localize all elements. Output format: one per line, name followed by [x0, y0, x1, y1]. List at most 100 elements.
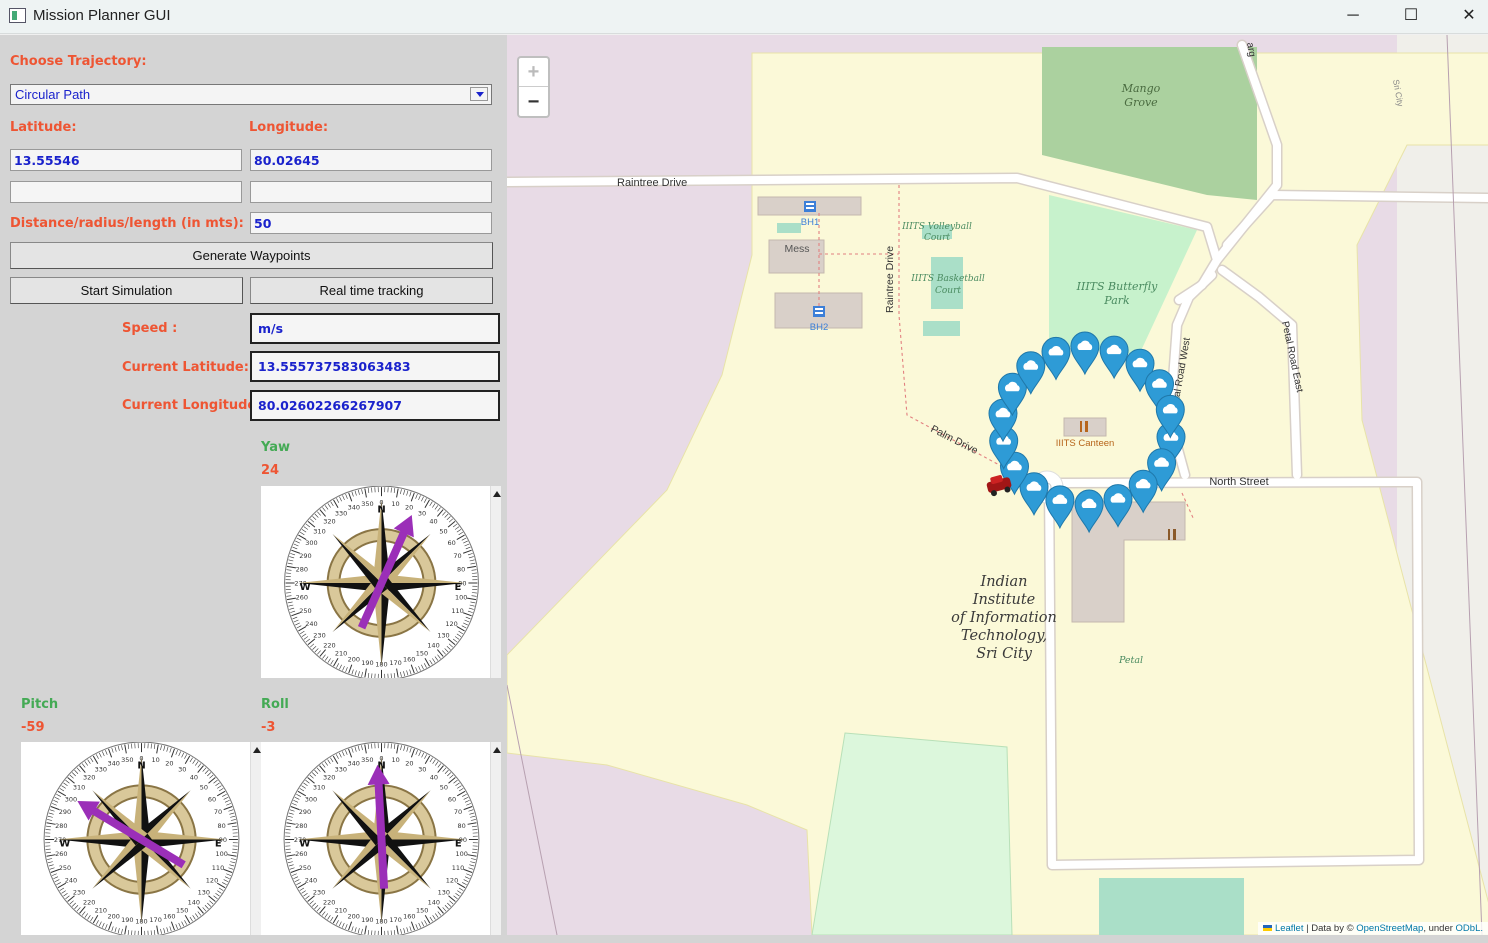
pitch-scrollbar[interactable]	[250, 742, 261, 935]
roll-compass-icon: 0102030405060708090100110120130140150160…	[261, 742, 501, 935]
svg-text:150: 150	[416, 907, 428, 915]
svg-text:50: 50	[200, 784, 208, 792]
map-view[interactable]: Raintree Drive Raintree Drive BH1 Mess B…	[507, 35, 1488, 935]
zoom-in-button[interactable]: +	[519, 58, 548, 87]
svg-text:160: 160	[403, 656, 415, 664]
svg-text:40: 40	[429, 518, 437, 526]
svg-text:310: 310	[313, 784, 325, 792]
minimize-button[interactable]: ─	[1324, 0, 1382, 34]
map-label: Institute	[972, 592, 1036, 608]
odbl-link[interactable]: ODbL.	[1456, 923, 1483, 934]
chevron-down-icon[interactable]	[470, 87, 488, 101]
map-attribution: Leaflet | Data by © OpenStreetMap, under…	[1257, 922, 1488, 935]
svg-text:30: 30	[178, 765, 186, 773]
svg-text:50: 50	[439, 527, 447, 535]
roll-value: -3	[261, 720, 276, 735]
svg-text:210: 210	[335, 907, 347, 915]
start-simulation-button[interactable]: Start Simulation	[10, 277, 243, 304]
svg-text:120: 120	[206, 877, 218, 885]
svg-text:N: N	[137, 761, 145, 772]
svg-text:240: 240	[305, 877, 317, 885]
svg-text:350: 350	[361, 756, 373, 764]
svg-text:230: 230	[313, 632, 325, 640]
openstreetmap-link[interactable]: OpenStreetMap	[1356, 923, 1423, 934]
maximize-button[interactable]: ☐	[1382, 0, 1440, 34]
generate-waypoints-button[interactable]: Generate Waypoints	[10, 242, 493, 269]
map-label: Mess	[784, 243, 809, 255]
svg-text:N: N	[377, 505, 385, 516]
map-label: of Information	[951, 610, 1057, 626]
svg-text:160: 160	[163, 913, 175, 921]
svg-text:130: 130	[437, 632, 449, 640]
real-time-tracking-button[interactable]: Real time tracking	[250, 277, 493, 304]
svg-text:60: 60	[208, 795, 216, 803]
distance-input[interactable]: 50	[250, 212, 492, 234]
hostel-icon	[813, 306, 825, 317]
map-label: Park	[1103, 294, 1130, 307]
control-panel: Choose Trajectory: Circular Path Latitud…	[0, 35, 507, 943]
svg-text:100: 100	[215, 850, 227, 858]
trajectory-select[interactable]: Circular Path	[10, 84, 492, 105]
svg-text:160: 160	[403, 913, 415, 921]
bottom-strip	[507, 935, 1488, 943]
svg-text:300: 300	[305, 795, 317, 803]
pitch-area	[1099, 878, 1244, 935]
svg-text:70: 70	[454, 808, 462, 816]
flag-icon	[1262, 925, 1272, 931]
map-label: IIITS Volleyball	[901, 222, 972, 232]
current-latitude-display: 13.555737583063483	[250, 351, 500, 382]
svg-text:340: 340	[348, 503, 360, 511]
roll-scrollbar[interactable]	[490, 742, 501, 935]
svg-text:40: 40	[190, 774, 198, 782]
trajectory-selected-value: Circular Path	[15, 87, 91, 102]
svg-text:80: 80	[457, 565, 465, 573]
svg-text:20: 20	[405, 503, 413, 511]
longitude-input[interactable]: 80.02645	[250, 149, 492, 171]
yaw-label: Yaw	[261, 440, 291, 455]
yaw-scrollbar[interactable]	[490, 486, 501, 678]
map-canvas[interactable]: Raintree Drive Raintree Drive BH1 Mess B…	[507, 35, 1488, 935]
yaw-compass-icon: 0102030405060708090100110120130140150160…	[261, 486, 501, 678]
latitude-input-2[interactable]	[10, 181, 242, 203]
svg-text:260: 260	[295, 850, 307, 858]
svg-text:330: 330	[95, 765, 107, 773]
latitude-input[interactable]: 13.55546	[10, 149, 242, 171]
map-label: Sri City	[976, 646, 1033, 662]
svg-text:310: 310	[313, 527, 325, 535]
svg-text:100: 100	[455, 850, 467, 858]
svg-text:20: 20	[405, 759, 413, 767]
zoom-out-button[interactable]: −	[519, 88, 548, 117]
svg-text:W: W	[299, 839, 310, 850]
latitude-label: Latitude:	[10, 120, 77, 135]
svg-text:330: 330	[335, 509, 347, 517]
svg-text:190: 190	[121, 916, 133, 924]
svg-text:110: 110	[451, 607, 463, 615]
leaflet-link[interactable]: Leaflet	[1275, 923, 1304, 934]
svg-text:110: 110	[212, 864, 224, 872]
svg-text:80: 80	[458, 822, 466, 830]
longitude-input-2[interactable]	[250, 181, 492, 203]
svg-text:E: E	[454, 582, 461, 593]
map-label: Court	[935, 286, 961, 296]
svg-text:280: 280	[296, 565, 308, 573]
svg-text:110: 110	[452, 864, 464, 872]
svg-text:320: 320	[323, 774, 335, 782]
svg-text:E: E	[215, 839, 222, 850]
close-button[interactable]: ✕	[1440, 0, 1488, 34]
svg-text:230: 230	[313, 888, 325, 896]
attribution-text: , under	[1423, 923, 1456, 934]
map-label: Raintree Drive	[617, 177, 687, 189]
svg-text:50: 50	[440, 784, 448, 792]
map-label: Raintree Drive	[884, 246, 896, 313]
svg-text:300: 300	[65, 795, 77, 803]
svg-text:20: 20	[165, 759, 173, 767]
svg-text:220: 220	[323, 898, 335, 906]
map-label: BH2	[810, 322, 828, 333]
distance-label: Distance/radius/length (in mts):	[10, 216, 244, 231]
current-latitude-label: Current Latitude:	[122, 360, 249, 375]
map-label: BH1	[801, 217, 819, 228]
svg-text:170: 170	[389, 659, 401, 667]
pitch-value: -59	[21, 720, 45, 735]
roll-compass: 0102030405060708090100110120130140150160…	[261, 742, 501, 935]
svg-text:190: 190	[361, 659, 373, 667]
